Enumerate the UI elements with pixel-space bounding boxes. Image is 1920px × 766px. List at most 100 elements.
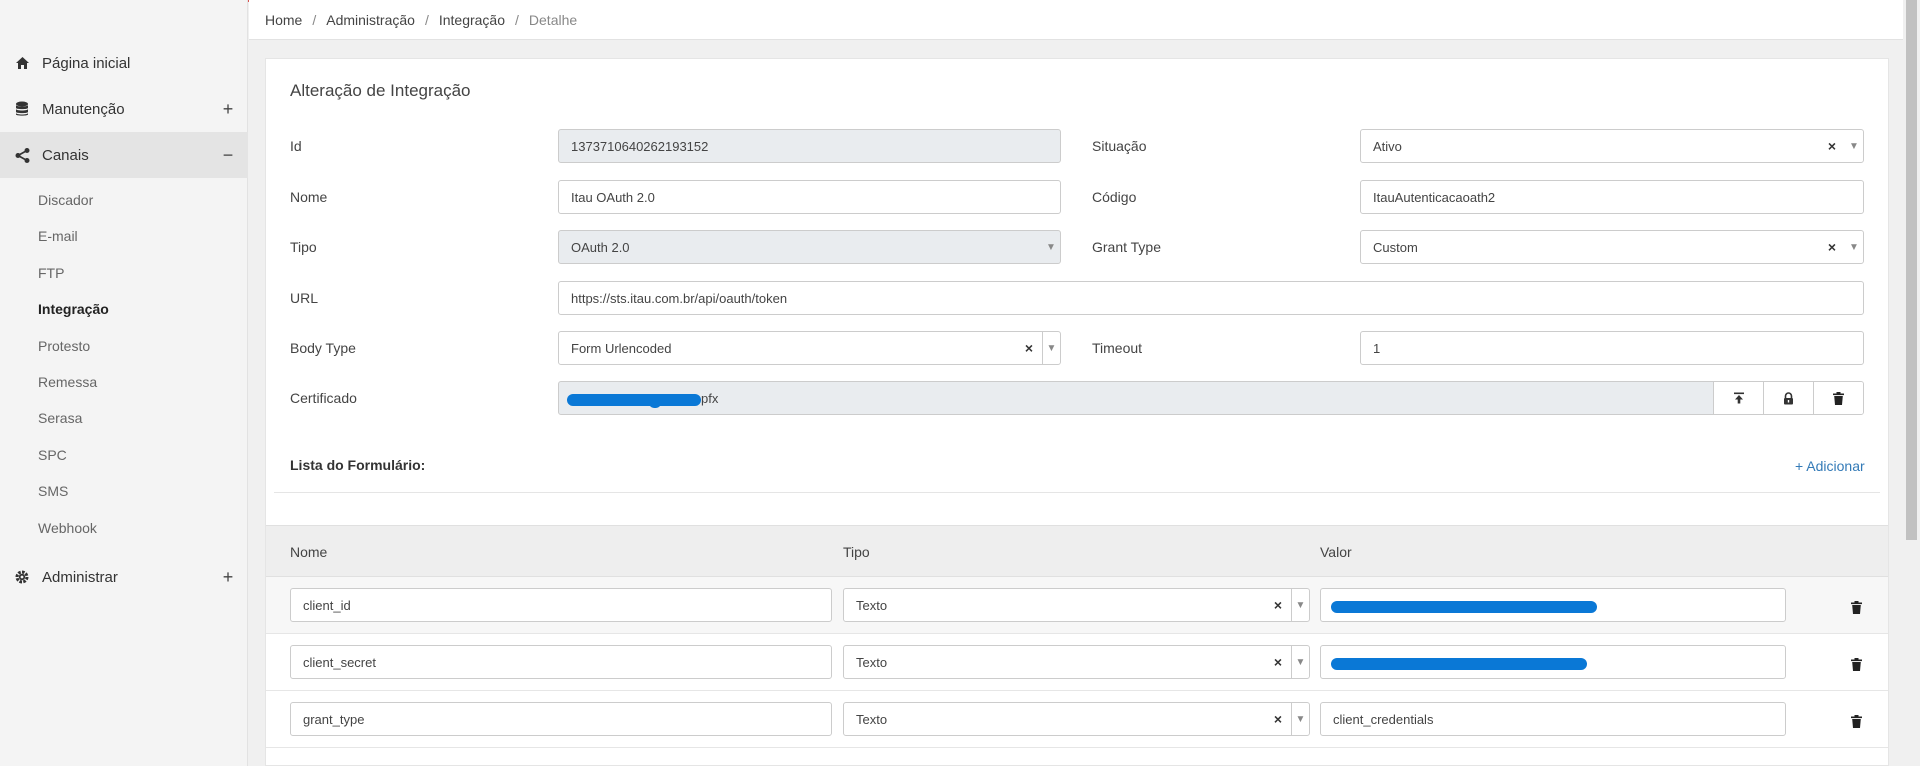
breadcrumb-administracao[interactable]: Administração [326,12,415,28]
row-valor-input[interactable]: client_credentials [1320,702,1786,736]
row-tipo-select[interactable]: Texto × ▼ [843,645,1310,679]
redacted-filename-mark [649,398,661,408]
sidebar-item-canais[interactable]: Canais − [0,132,248,178]
redacted-value [1331,658,1587,670]
table-row: client_id Texto × ▼ [266,577,1888,634]
sidebar-item-administrar[interactable]: Administrar + [0,554,248,600]
row-valor-input[interactable] [1320,645,1786,679]
lock-certificate-button[interactable] [1763,382,1813,414]
breadcrumb-separator: / [515,11,519,28]
nome-input[interactable]: Itau OAuth 2.0 [558,180,1061,214]
sidebar-subitem-protesto[interactable]: Protesto [38,338,90,354]
sidebar-subitem-ftp[interactable]: FTP [38,265,64,281]
sidebar-subitem-sms[interactable]: SMS [38,483,68,499]
breadcrumb-integracao[interactable]: Integração [439,12,505,28]
certificado-label: Certificado [290,390,357,406]
clear-icon[interactable]: × [1267,589,1289,621]
breadcrumb: Home / Administração / Integração / Deta… [249,0,1903,40]
clear-icon[interactable]: × [1267,703,1289,735]
row-tipo-select[interactable]: Texto × ▼ [843,702,1310,736]
page-scrollbar[interactable] [1903,0,1920,766]
row-tipo-select[interactable]: Texto × ▼ [843,588,1310,622]
add-field-link[interactable]: + Adicionar [1795,458,1865,474]
sidebar-subitem-serasa[interactable]: Serasa [38,410,82,426]
body-type-value: Form Urlencoded [571,340,672,356]
clear-icon[interactable]: × [1821,231,1843,263]
timeout-label: Timeout [1092,340,1143,356]
delete-row-button[interactable] [1849,656,1863,672]
url-label: URL [290,290,319,306]
sidebar-subitem-spc[interactable]: SPC [38,447,67,463]
integration-form-card: Alteração de Integração Id 1373710640262… [265,58,1889,766]
clear-icon[interactable]: × [1018,332,1040,364]
sidebar-item-label: Administrar [42,568,118,586]
trash-icon [1850,714,1862,728]
chevron-down-icon[interactable]: ▼ [1291,646,1309,678]
codigo-input[interactable]: ItauAutenticacaoath2 [1360,180,1864,214]
share-icon [14,147,30,163]
nome-value: Itau OAuth 2.0 [571,189,655,205]
sidebar-subitem-discador[interactable]: Discador [38,192,93,208]
expand-icon[interactable]: + [208,567,248,588]
situacao-select[interactable]: Ativo × ▼ [1360,129,1864,163]
id-value: 1373710640262193152 [571,138,709,154]
sidebar-subitem-webhook[interactable]: Webhook [38,520,97,536]
nome-label: Nome [290,189,328,205]
chevron-down-icon[interactable]: ▼ [1042,332,1060,364]
chevron-down-icon[interactable]: ▼ [1291,589,1309,621]
chevron-down-icon: ▼ [1046,241,1056,253]
row-nome-input[interactable]: grant_type [290,702,832,736]
delete-row-button[interactable] [1849,599,1863,615]
row-tipo-value: Texto [856,597,888,613]
sidebar-item-label: Página inicial [42,54,131,72]
trash-icon [1833,391,1844,405]
gear-icon [14,569,30,585]
column-nome: Nome [290,544,328,560]
url-value: https://sts.itau.com.br/api/oauth/token [571,290,788,306]
delete-row-button[interactable] [1849,713,1863,729]
form-list-title: Lista do Formulário: [290,457,426,473]
grant-type-select[interactable]: Custom × ▼ [1360,230,1864,264]
row-valor-input[interactable] [1320,588,1786,622]
table-row: grant_type Texto × ▼ client_credentials [266,691,1888,748]
row-nome-value: grant_type [303,711,365,727]
row-nome-input[interactable]: client_id [290,588,832,622]
scrollbar-thumb[interactable] [1906,0,1917,540]
form-list-header: Nome Tipo Valor [266,525,1888,577]
sidebar-item-home[interactable]: Página inicial [0,40,248,86]
redacted-filename [567,394,701,406]
chevron-down-icon[interactable]: ▼ [1845,130,1863,162]
body-type-select[interactable]: Form Urlencoded × ▼ [558,331,1061,365]
clear-icon[interactable]: × [1267,646,1289,678]
chevron-down-icon[interactable]: ▼ [1291,703,1309,735]
expand-icon[interactable]: + [208,99,248,120]
id-field: 1373710640262193152 [558,129,1061,163]
delete-certificate-button[interactable] [1813,382,1863,414]
breadcrumb-separator: / [312,11,317,28]
row-tipo-value: Texto [856,711,888,727]
upload-certificate-button[interactable] [1713,382,1763,414]
clear-icon[interactable]: × [1821,130,1843,162]
certificado-value: pfx [701,390,719,406]
section-divider [274,492,1880,493]
column-tipo: Tipo [843,544,870,560]
timeout-input[interactable]: 1 [1360,331,1864,365]
body-type-label: Body Type [290,340,356,356]
timeout-value: 1 [1373,340,1381,356]
sidebar-subitem-remessa[interactable]: Remessa [38,374,97,390]
grant-type-value: Custom [1373,239,1418,255]
sidebar-item-label: Manutenção [42,100,125,118]
lock-icon [1784,391,1793,404]
sidebar: Página inicial Manutenção + Canais − Dis… [0,0,248,766]
page-title: Alteração de Integração [290,81,471,100]
row-valor-value: client_credentials [1333,711,1434,727]
sidebar-item-manutencao[interactable]: Manutenção + [0,86,248,132]
breadcrumb-home[interactable]: Home [265,12,302,28]
collapse-icon[interactable]: − [208,145,248,166]
chevron-down-icon[interactable]: ▼ [1845,231,1863,263]
sidebar-subitem-integracao[interactable]: Integração [38,301,109,317]
tipo-value: OAuth 2.0 [571,239,630,255]
row-nome-input[interactable]: client_secret [290,645,832,679]
sidebar-subitem-email[interactable]: E-mail [38,228,78,244]
url-input[interactable]: https://sts.itau.com.br/api/oauth/token [558,281,1864,315]
